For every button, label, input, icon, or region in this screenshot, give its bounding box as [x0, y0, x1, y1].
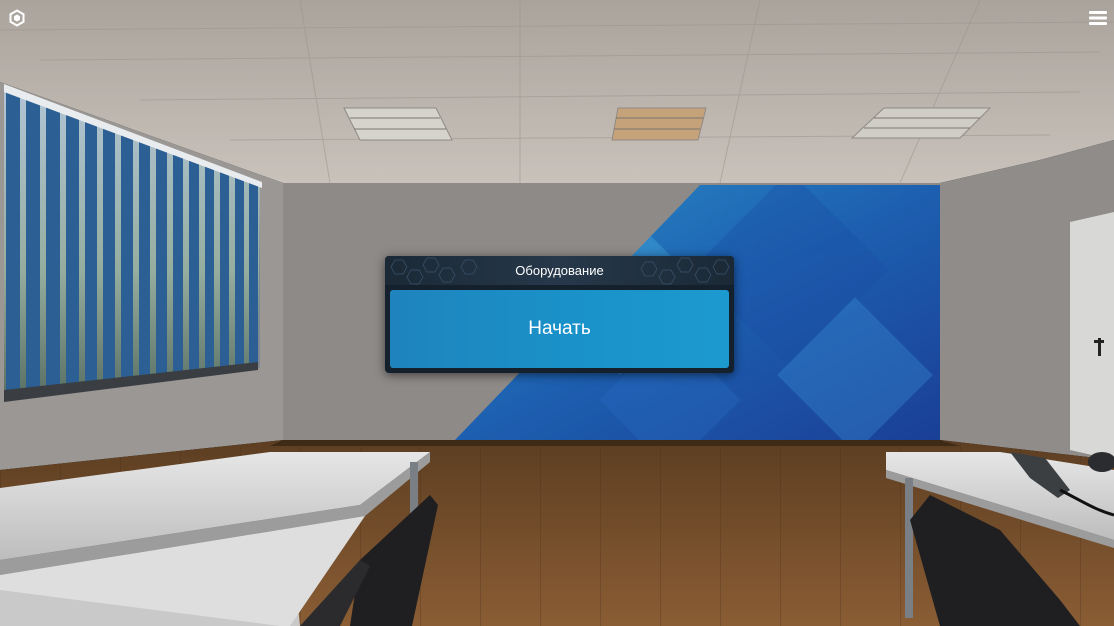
logo-icon[interactable]	[8, 9, 26, 27]
dialog-title: Оборудование	[515, 263, 604, 278]
hamburger-menu-icon[interactable]	[1087, 8, 1109, 28]
simulator-viewport: Оборудование Начать	[0, 0, 1114, 626]
start-button[interactable]: Начать	[390, 290, 729, 368]
equipment-dialog: Оборудование Начать	[385, 256, 734, 373]
dialog-header: Оборудование	[385, 256, 734, 285]
